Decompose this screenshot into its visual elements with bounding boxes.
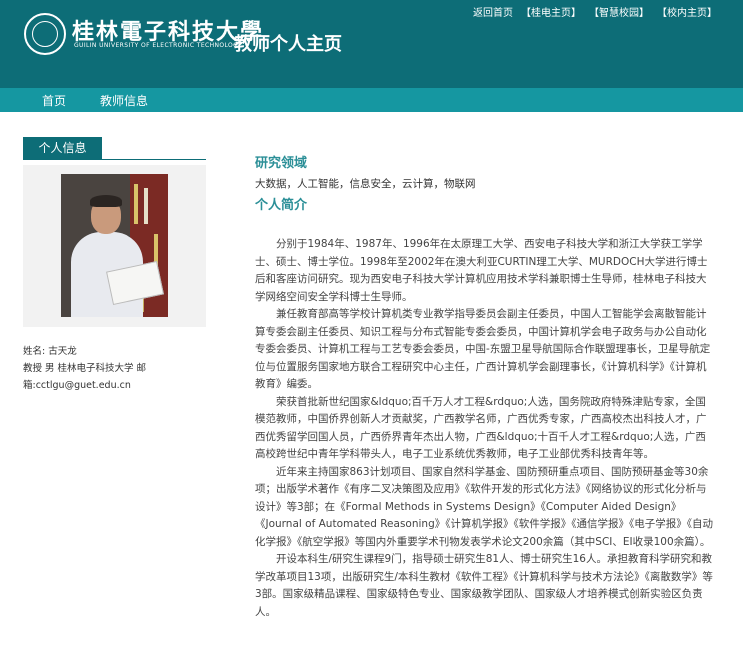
link-guet-home[interactable]: 【桂电主页】 <box>521 4 581 19</box>
university-logo-subtitle: GUILIN UNIVERSITY OF ELECTRONIC TECHNOLO… <box>74 42 242 49</box>
research-heading: 研究领域 <box>255 156 308 171</box>
profile-email-line: 箱:cctlgu@guet.edu.cn <box>23 380 131 391</box>
bio-paragraph: 近年来主持国家863计划项目、国家自然科学基金、国防预研重点项目、国防预研基金等… <box>255 465 713 548</box>
main-nav: 首页 教师信息 <box>0 88 743 112</box>
profile-title-line: 教授 男 桂林电子科技大学 邮 <box>23 363 147 374</box>
site-header: 桂林電子科技大學 GUILIN UNIVERSITY OF ELECTRONIC… <box>0 0 743 88</box>
tab-underline <box>23 159 206 160</box>
profile-bio: 分别于1984年、1987年、1996年在太原理工大学、西安电子科技大学和浙江大… <box>255 236 715 621</box>
profile-name: 姓名: 古天龙 <box>23 346 77 357</box>
nav-item-teacher-info[interactable]: 教师信息 <box>100 92 148 109</box>
tab-personal-info[interactable]: 个人信息 <box>23 137 102 159</box>
bio-paragraph: 分别于1984年、1987年、1996年在太原理工大学、西安电子科技大学和浙江大… <box>255 238 708 303</box>
university-seal-icon[interactable] <box>24 13 66 55</box>
bio-paragraph: 开设本科生/研究生课程9门，指导硕士研究生81人、博士研究生16人。承担教育科学… <box>255 553 713 618</box>
bio-paragraph: 兼任教育部高等学校计算机类专业教学指导委员会副主任委员，中国人工智能学会离散智能… <box>255 308 711 390</box>
research-fields: 大数据，人工智能，信息安全，云计算，物联网 <box>255 178 476 190</box>
nav-item-home[interactable]: 首页 <box>42 92 66 109</box>
profile-photo <box>61 174 168 317</box>
link-intranet-home[interactable]: 【校内主页】 <box>657 4 717 19</box>
profile-heading: 个人简介 <box>255 198 308 213</box>
bio-paragraph: 荣获首批新世纪国家&ldquo;百千万人才工程&rdquo;人选，国务院政府特殊… <box>255 395 707 461</box>
link-return-home[interactable]: 返回首页 <box>473 4 513 19</box>
site-title: 教师个人主页 <box>234 34 342 55</box>
link-smart-campus[interactable]: 【智慧校园】 <box>589 4 649 19</box>
top-links: 返回首页 【桂电主页】 【智慧校园】 【校内主页】 <box>473 4 717 19</box>
